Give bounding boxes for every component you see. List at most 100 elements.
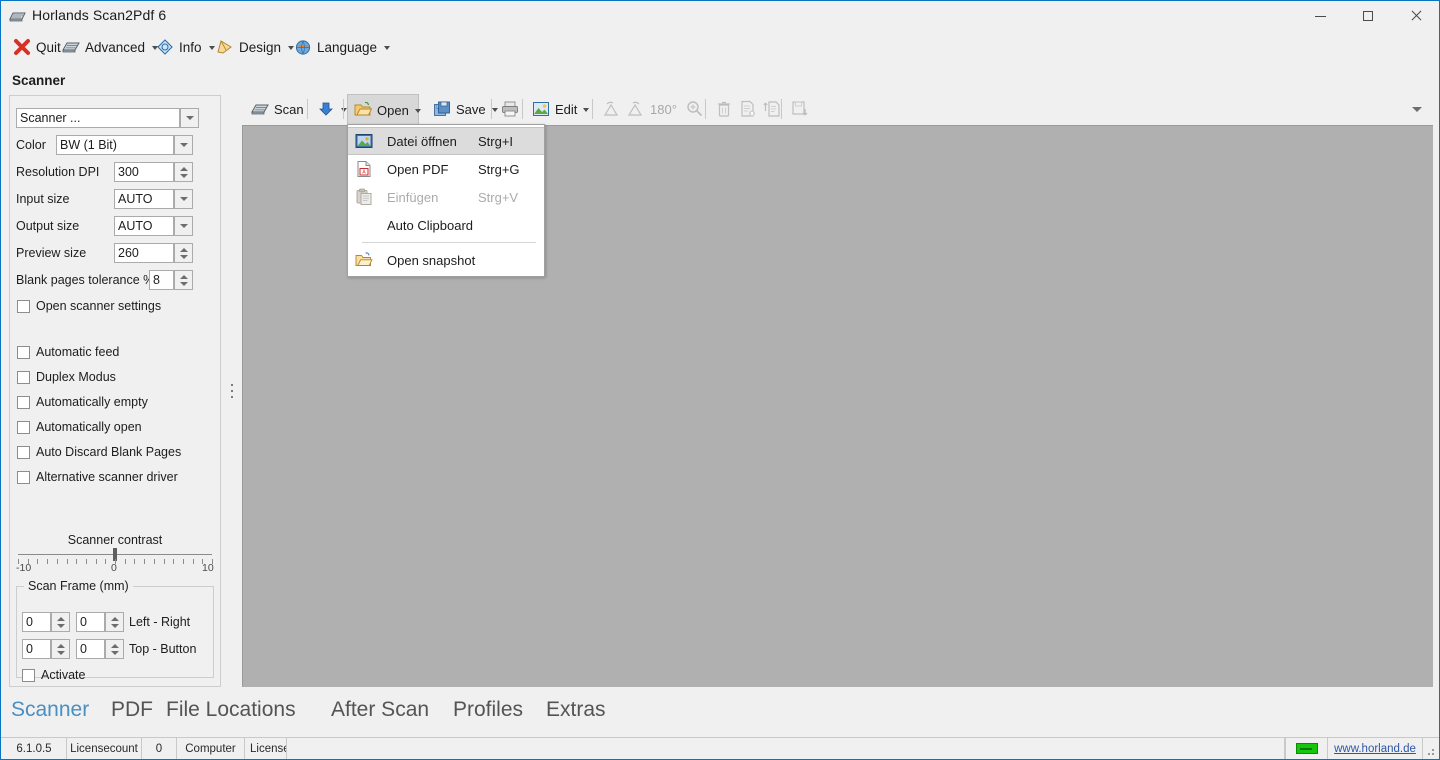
tab-after-scan[interactable]: After Scan (331, 698, 429, 722)
checkbox-label: Alternative scanner driver (36, 470, 178, 484)
delete-page-button[interactable] (733, 95, 757, 123)
print-button[interactable] (495, 95, 523, 123)
status-message (287, 738, 1285, 759)
output-size-dropdown-button[interactable] (174, 216, 193, 236)
chevron-down-icon (111, 651, 119, 655)
input-size-input[interactable]: AUTO (114, 189, 174, 209)
tab-pdf[interactable]: PDF (111, 698, 153, 722)
rotate-180-button[interactable]: 180° (644, 95, 680, 123)
checkbox-icon (17, 346, 30, 359)
checkbox-activate[interactable]: Activate (22, 668, 85, 682)
scan-frame-bottom-stepper[interactable] (105, 639, 124, 659)
save-button[interactable]: Save (427, 95, 495, 123)
scanner-settings-panel: Scanner ... Color BW (1 Bit) Resolution … (9, 95, 221, 687)
preview-size-input[interactable]: 260 (114, 243, 174, 263)
tab-extras[interactable]: Extras (546, 698, 606, 722)
menu-item-design[interactable]: Design (212, 31, 298, 63)
slider-tick (193, 559, 194, 564)
blank-pages-tolerance-stepper[interactable] (174, 270, 193, 290)
tab-file-locations[interactable]: File Locations (166, 698, 296, 722)
tab-scanner[interactable]: Scanner (11, 698, 89, 722)
input-size-dropdown-button[interactable] (174, 189, 193, 209)
menu-item-datei-oeffnen[interactable]: Datei öffnen Strg+I (348, 127, 544, 155)
checkbox-automatic-feed[interactable]: Automatic feed (17, 345, 119, 359)
homepage-link[interactable]: www.horland.de (1327, 738, 1423, 759)
panel-splitter[interactable] (226, 95, 238, 687)
rotate-left-button[interactable] (596, 95, 620, 123)
checkbox-alternative-scanner-driver[interactable]: Alternative scanner driver (17, 470, 178, 484)
edit-image-icon (532, 100, 550, 118)
color-label: Color (16, 138, 46, 152)
insert-page-button[interactable] (757, 95, 781, 123)
delete-button[interactable] (709, 95, 733, 123)
scan-frame-bottom-input[interactable]: 0 (76, 639, 105, 659)
maximize-button[interactable] (1345, 1, 1391, 31)
resolution-dpi-label: Resolution DPI (16, 165, 99, 179)
printer-icon (501, 100, 519, 118)
tab-profiles[interactable]: Profiles (453, 698, 523, 722)
save-page-button[interactable] (785, 95, 809, 123)
application-window: Horlands Scan2Pdf 6 Quit Advanced (0, 0, 1440, 760)
checkbox-label: Automatically empty (36, 395, 148, 409)
checkbox-open-scanner-settings[interactable]: Open scanner settings (17, 299, 161, 313)
zoom-button[interactable] (679, 95, 703, 123)
color-input[interactable]: BW (1 Bit) (56, 135, 174, 155)
open-button-label: Open (377, 103, 409, 118)
menu-item-einfuegen: Einfügen Strg+V (348, 183, 544, 211)
scanner-icon (62, 38, 80, 56)
checkbox-automatically-open[interactable]: Automatically open (17, 420, 142, 434)
checkbox-automatically-empty[interactable]: Automatically empty (17, 395, 148, 409)
color-dropdown-button[interactable] (174, 135, 193, 155)
resolution-dpi-stepper[interactable] (174, 162, 193, 182)
status-license: License (245, 738, 287, 759)
chevron-down-icon (384, 46, 390, 50)
resize-grip-icon[interactable] (1424, 745, 1436, 757)
slider-tick (164, 559, 165, 564)
info-diamond-icon (156, 38, 174, 56)
rotate-right-button[interactable] (620, 95, 644, 123)
toolbar-overflow-button[interactable] (1407, 99, 1427, 119)
svg-text:A: A (362, 170, 366, 176)
chevron-down-icon (180, 197, 188, 201)
checkbox-label: Auto Discard Blank Pages (36, 445, 181, 459)
resolution-dpi-input[interactable]: 300 (114, 162, 174, 182)
menu-item-language[interactable]: Language (290, 31, 394, 63)
open-button[interactable]: Open (347, 94, 419, 125)
scan-frame-top-stepper[interactable] (51, 639, 70, 659)
scan-frame-left-input[interactable]: 0 (22, 612, 51, 632)
scanner-select-input[interactable]: Scanner ... (16, 108, 180, 128)
red-x-icon (13, 38, 31, 56)
scan-frame-right-input[interactable]: 0 (76, 612, 105, 632)
slider-tick (57, 559, 58, 564)
pdf-file-icon: A (355, 160, 373, 178)
scan-button[interactable]: Scan (245, 95, 305, 123)
chevron-up-icon (180, 248, 188, 252)
menu-item-open-pdf[interactable]: A Open PDF Strg+G (348, 155, 544, 183)
scan-frame-top-input[interactable]: 0 (22, 639, 51, 659)
menu-item-open-snapshot[interactable]: Open snapshot (348, 246, 544, 274)
menu-item-advanced[interactable]: Advanced (58, 31, 162, 63)
toolbar-separator (781, 99, 782, 119)
blank-pages-tolerance-input[interactable]: 8 (149, 270, 174, 290)
checkbox-duplex-modus[interactable]: Duplex Modus (17, 370, 116, 384)
scan-frame-right-stepper[interactable] (105, 612, 124, 632)
menu-item-quit[interactable]: Quit (9, 31, 65, 63)
edit-button[interactable]: Edit (526, 95, 590, 123)
chevron-down-icon (1412, 107, 1422, 112)
close-button[interactable] (1393, 1, 1439, 31)
scan-frame-left-stepper[interactable] (51, 612, 70, 632)
open-folder-icon (354, 101, 372, 119)
checkbox-auto-discard-blank-pages[interactable]: Auto Discard Blank Pages (17, 445, 181, 459)
menu-item-info[interactable]: Info (152, 31, 219, 63)
menu-item-auto-clipboard[interactable]: Auto Clipboard (348, 211, 544, 239)
image-file-icon (355, 132, 373, 150)
input-size-label: Input size (16, 192, 70, 206)
checkbox-label: Automatically open (36, 420, 142, 434)
minimize-button[interactable] (1297, 1, 1343, 31)
preview-size-stepper[interactable] (174, 243, 193, 263)
scanner-select-dropdown-button[interactable] (180, 108, 199, 128)
output-size-input[interactable]: AUTO (114, 216, 174, 236)
chevron-down-icon (57, 624, 65, 628)
slider-tick (173, 559, 174, 564)
slider-tick (47, 559, 48, 564)
